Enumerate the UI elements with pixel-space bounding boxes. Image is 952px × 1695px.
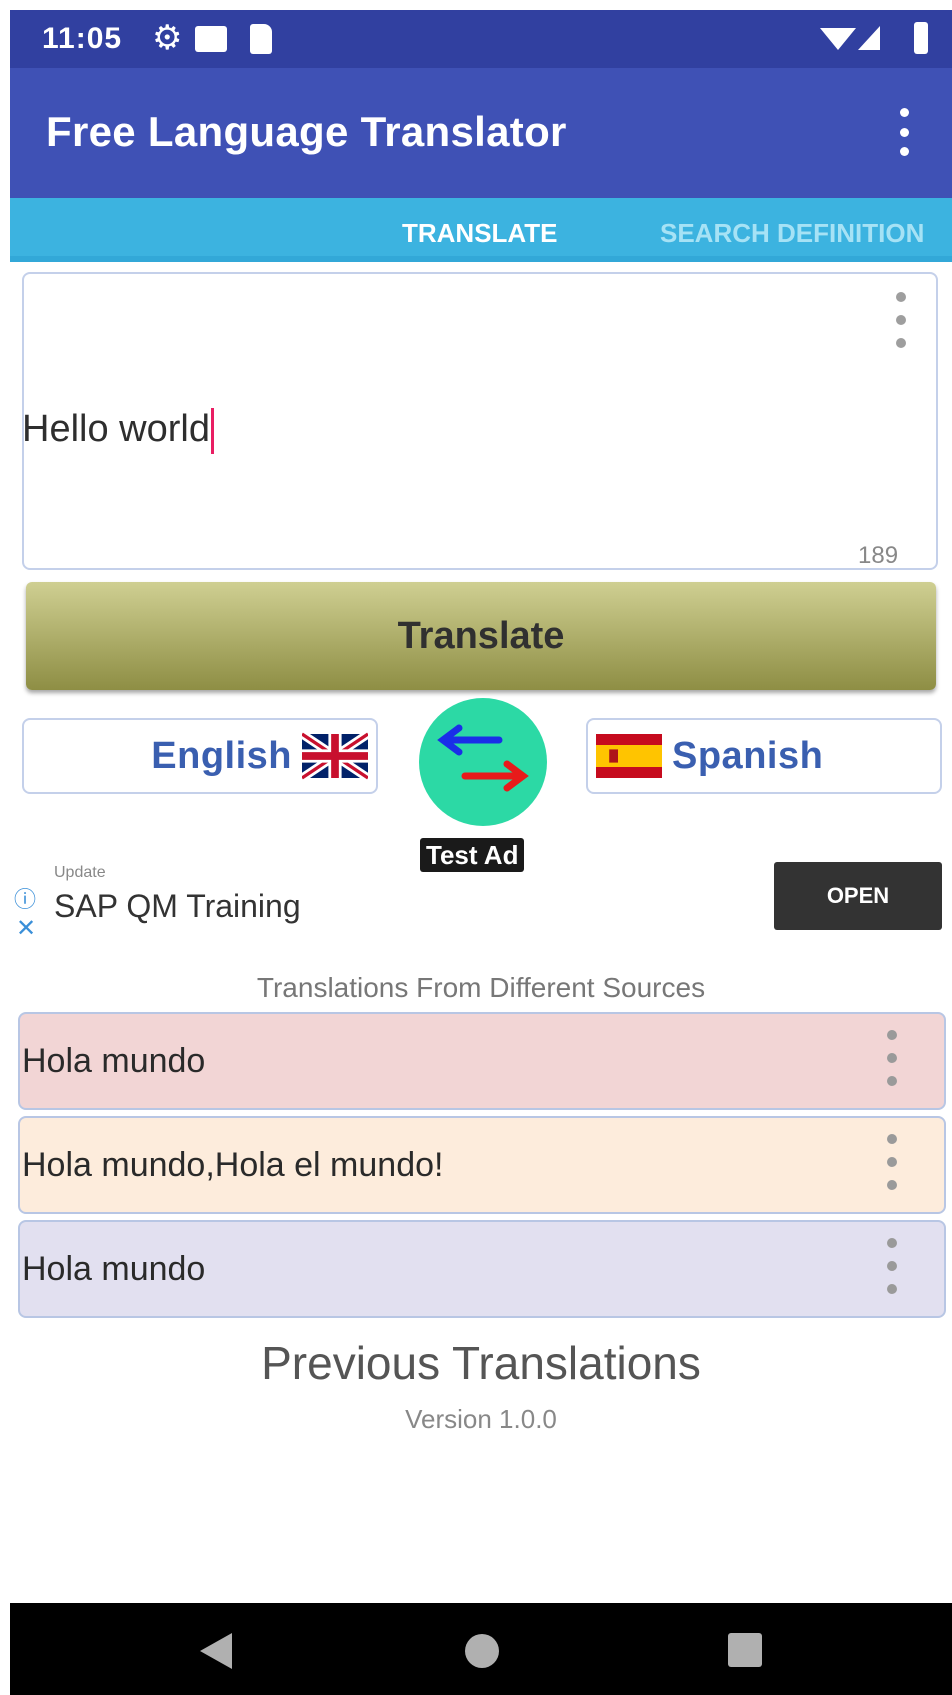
previous-translations-link[interactable]: Previous Translations bbox=[10, 1336, 952, 1390]
system-nav-bar bbox=[10, 1603, 952, 1695]
translation-result[interactable]: Hola mundo bbox=[18, 1220, 946, 1318]
overflow-menu-icon[interactable] bbox=[898, 108, 910, 156]
ad-info-icon[interactable]: ⓘ bbox=[14, 882, 36, 914]
ad-title: SAP QM Training bbox=[54, 888, 301, 924]
tab-search-definition[interactable]: SEARCH DEFINITION bbox=[660, 218, 924, 249]
results-header: Translations From Different Sources bbox=[256, 972, 706, 1003]
battery-icon bbox=[914, 22, 928, 54]
input-more-icon[interactable] bbox=[895, 292, 907, 348]
spain-flag-icon bbox=[596, 734, 662, 778]
target-language-name: Spanish bbox=[672, 734, 824, 777]
result-more-icon[interactable] bbox=[886, 1030, 898, 1086]
test-ad-badge: Test Ad bbox=[420, 838, 525, 872]
ad-close-icon[interactable]: ✕ bbox=[16, 914, 36, 943]
translation-result[interactable]: Hola mundo bbox=[18, 1012, 946, 1110]
recent-apps-icon[interactable] bbox=[728, 1633, 762, 1667]
translation-text: Hola mundo,Hola el mundo! bbox=[22, 1146, 444, 1184]
target-language-selector[interactable]: Spanish bbox=[586, 718, 942, 794]
result-more-icon[interactable] bbox=[886, 1238, 898, 1294]
ad-open-button[interactable]: OPEN bbox=[774, 862, 942, 930]
settings-notification-icon: ⚙ bbox=[152, 19, 183, 57]
status-time: 11:05 bbox=[42, 22, 123, 55]
input-text-value[interactable]: Hello world bbox=[22, 408, 214, 454]
char-counter: 189 bbox=[858, 542, 899, 569]
source-language-name: English bbox=[151, 734, 292, 777]
app-screen: 11:05 ⚙ Free Language Translator TRANSLA… bbox=[10, 10, 952, 1695]
result-more-icon[interactable] bbox=[886, 1134, 898, 1190]
app-title: Free Language Translator bbox=[46, 108, 567, 155]
swap-languages-button[interactable] bbox=[419, 698, 547, 826]
tab-translate[interactable]: TRANSLATE bbox=[402, 218, 558, 249]
translate-button-label: Translate bbox=[397, 614, 565, 657]
back-icon[interactable] bbox=[200, 1633, 232, 1669]
uk-flag-icon bbox=[302, 732, 368, 780]
wifi-icon bbox=[820, 28, 856, 50]
text-cursor bbox=[210, 408, 214, 454]
notification-icon bbox=[195, 26, 227, 52]
ad-small-text: Update bbox=[54, 864, 106, 881]
app-bar: Free Language Translator bbox=[10, 68, 952, 198]
tab-bar: TRANSLATE SEARCH DEFINITION bbox=[10, 198, 952, 262]
translation-text: Hola mundo bbox=[22, 1042, 206, 1080]
version-text: Version 1.0.0 bbox=[405, 1404, 557, 1434]
translation-result[interactable]: Hola mundo,Hola el mundo! bbox=[18, 1116, 946, 1214]
sd-card-icon bbox=[250, 24, 272, 54]
status-bar: 11:05 ⚙ bbox=[10, 10, 952, 68]
home-icon[interactable] bbox=[465, 1634, 499, 1668]
swap-arrows-icon bbox=[437, 724, 529, 792]
translate-button[interactable]: Translate bbox=[26, 582, 936, 690]
source-language-selector[interactable]: English bbox=[22, 718, 378, 794]
tab-indicator bbox=[10, 256, 952, 262]
signal-icon bbox=[858, 26, 880, 50]
translation-text: Hola mundo bbox=[22, 1250, 206, 1288]
